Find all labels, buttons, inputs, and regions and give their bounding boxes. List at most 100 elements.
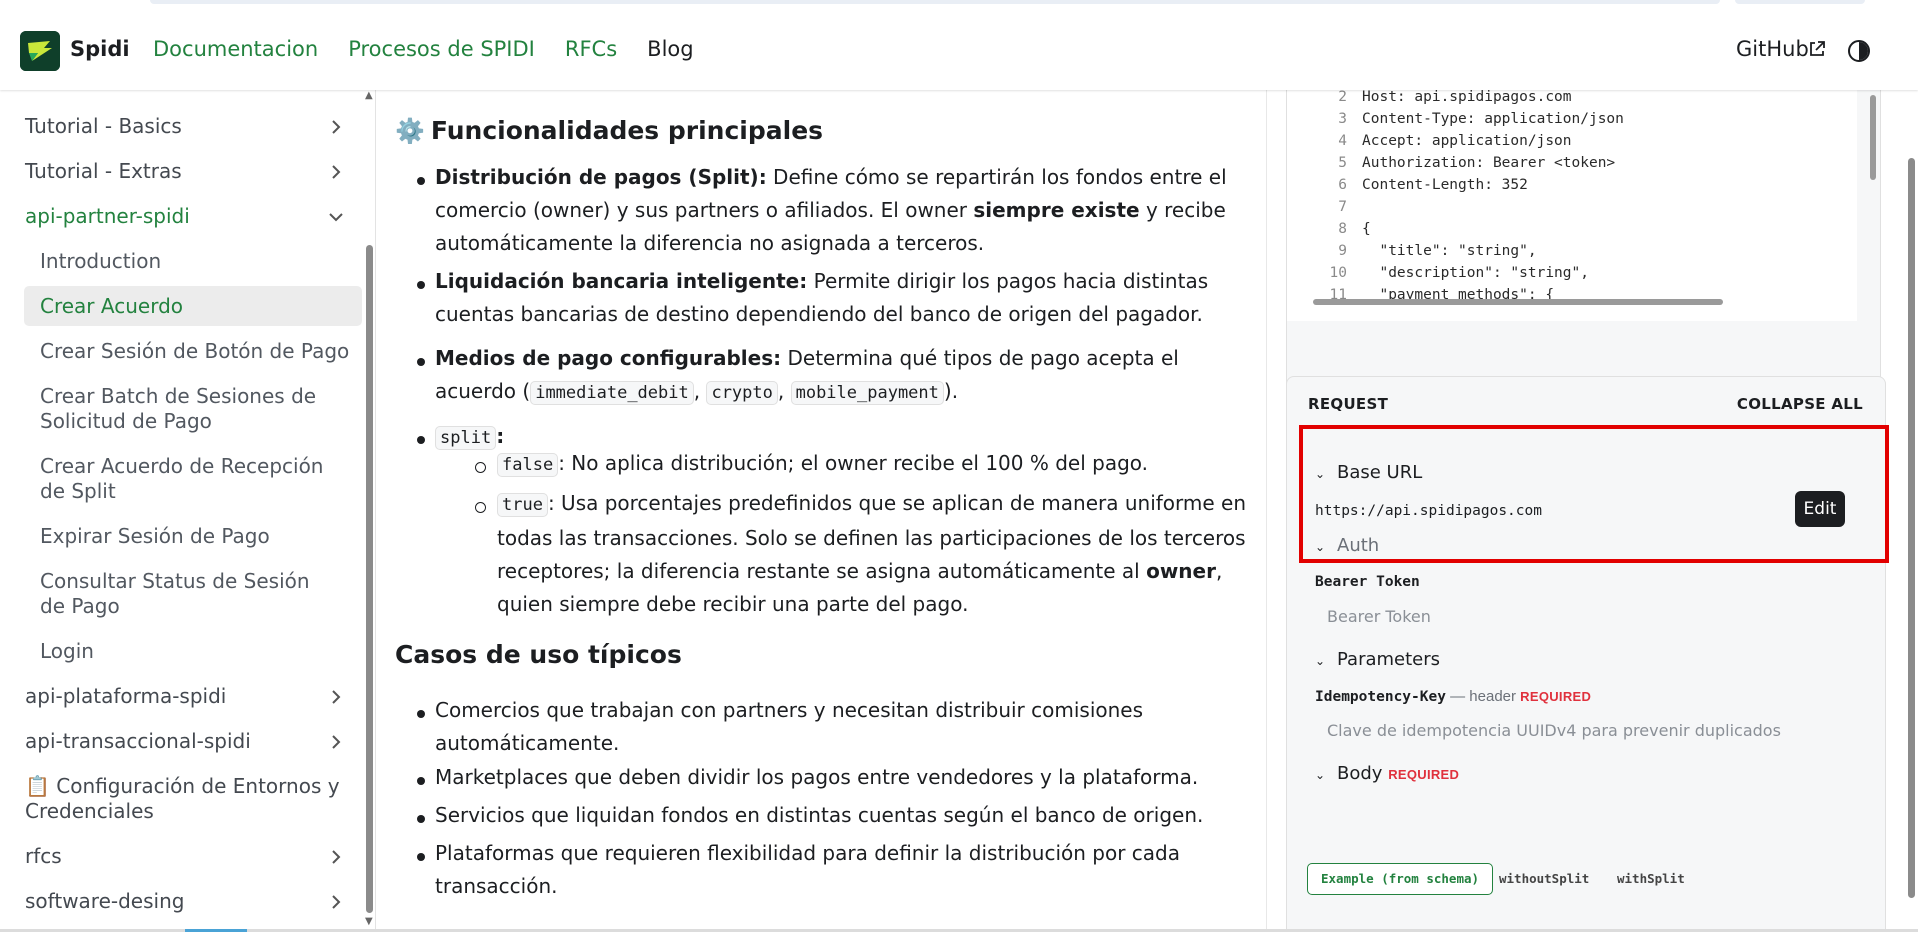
nav-link-documentacion[interactable]: Documentacion (153, 37, 318, 61)
chevron-right-icon[interactable] (327, 688, 345, 706)
collapse-all-button[interactable]: COLLAPSE ALL (1737, 395, 1863, 413)
request-code-sample: 2 Host: api.spidipagos.com 3 Content-Type:… (1286, 90, 1881, 409)
bullet-liquidacion: Liquidación bancaria inteligente: Permit… (435, 269, 1209, 326)
bullet-dot (417, 853, 425, 861)
spidi-logo[interactable] (20, 31, 60, 71)
chevron-right-icon[interactable] (327, 163, 345, 181)
sidebar-item-rfcs[interactable]: rfcs (25, 844, 62, 869)
sidebar-item-api-partner-spidi[interactable]: api-partner-spidi (25, 204, 190, 229)
chevron-right-icon[interactable] (327, 118, 345, 136)
sidebar-subitem-crear-batch[interactable]: Crear Batch de Sesiones de Solicitud de … (40, 384, 340, 434)
page-scrollbar-thumb[interactable] (1908, 158, 1915, 898)
bullet-dot (417, 177, 425, 185)
code-mobile-payment: mobile_payment (790, 381, 944, 405)
chevron-right-icon[interactable] (327, 733, 345, 751)
external-link-icon (1810, 41, 1825, 56)
subbullet-true: true: Usa porcentajes predefinidos que s… (497, 491, 1247, 616)
bearer-token-input[interactable]: Bearer Token (1327, 607, 1431, 626)
required-badge: REQUIRED (1520, 689, 1592, 704)
code-line: 9 "title": "string", (1338, 243, 1537, 259)
sidebar-subitem-consultar-status[interactable]: Consultar Status de Sesión de Pago (40, 569, 340, 619)
use-case-item: Marketplaces que deben dividir los pagos… (435, 765, 1199, 789)
sidebar-item-tutorial-basics[interactable]: Tutorial - Basics (25, 114, 182, 139)
code-immediate-debit: immediate_debit (530, 381, 694, 405)
use-case-item: Plataformas que requieren flexibilidad p… (435, 841, 1180, 898)
sidebar-subitem-expirar-sesion[interactable]: Expirar Sesión de Pago (40, 524, 270, 549)
code-line: 7 (1338, 199, 1347, 215)
api-panel: 2 Host: api.spidipagos.com 3 Content-Type:… (1266, 90, 1918, 932)
code-viewport[interactable]: 2 Host: api.spidipagos.com 3 Content-Type:… (1287, 90, 1857, 321)
bullet-distribucion: Distribución de pagos (Split): Define có… (435, 165, 1227, 255)
code-vertical-scrollbar[interactable] (1870, 95, 1876, 180)
tab-without-split[interactable]: withoutSplit (1499, 863, 1589, 895)
bullet-dot (417, 281, 425, 289)
code-line: 6 Content-Length: 352 (1338, 177, 1528, 193)
bullet-dot (417, 777, 425, 785)
code-crypto: crypto (706, 381, 778, 405)
code-false: false (497, 453, 559, 477)
parameters-section[interactable]: ⌄ Parameters (1315, 649, 1440, 670)
request-card: REQUEST COLLAPSE ALL ⌄ Base URL https://a… (1286, 376, 1889, 932)
nav-link-procesos[interactable]: Procesos de SPIDI (348, 37, 535, 61)
sidebar-scrollbar-thumb[interactable] (366, 245, 373, 913)
theme-toggle-icon[interactable] (1848, 40, 1870, 62)
required-badge: REQUIRED (1388, 767, 1460, 782)
bullet-dot (417, 710, 425, 718)
chevron-right-icon[interactable] (327, 848, 345, 866)
heading-casos-uso: Casos de uso típicos (395, 640, 682, 669)
code-split: split (435, 426, 497, 450)
sidebar-subitem-login[interactable]: Login (40, 639, 94, 664)
sidebar-subitem-introduction[interactable]: Introduction (40, 249, 161, 274)
idempotency-key-input[interactable]: Clave de idempotencia UUIDv4 para preven… (1327, 721, 1781, 740)
chevron-down-icon[interactable] (327, 208, 345, 226)
sidebar-item-api-plataforma-spidi[interactable]: api-plataforma-spidi (25, 684, 226, 709)
sidebar-subitem-crear-acuerdo[interactable]: Crear Acuerdo (40, 294, 183, 319)
use-case-item: Servicios que liquidan fondos en distint… (435, 803, 1204, 827)
bullet-dot (417, 815, 425, 823)
nav-link-rfcs[interactable]: RFCs (565, 37, 617, 61)
navbar: Spidi Documentacion Procesos de SPIDI RF… (0, 0, 1918, 90)
heading-funcionalidades: ⚙️ Funcionalidades principales (395, 116, 824, 145)
main-content: ⚙️ Funcionalidades principales Distribuci… (377, 90, 1265, 932)
code-line: 3 Content-Type: application/json (1338, 111, 1624, 127)
chevron-down-icon: ⌄ (1315, 768, 1326, 782)
bullet-dot (417, 358, 425, 366)
scroll-down-arrow-icon[interactable]: ▼ (365, 916, 373, 927)
highlight-box (1299, 425, 1889, 563)
sidebar-item-tutorial-extras[interactable]: Tutorial - Extras (25, 159, 182, 184)
browser-button-edge (1735, 0, 1865, 4)
param-idempotency-key: Idempotency-Key — header REQUIRED (1315, 688, 1592, 705)
code-line: 4 Accept: application/json (1338, 133, 1572, 149)
sidebar-item-api-transaccional-spidi[interactable]: api-transaccional-spidi (25, 729, 251, 754)
browser-search-bar-edge (150, 0, 1720, 4)
nav-links: Documentacion Procesos de SPIDI RFCs Blo… (153, 37, 724, 61)
request-title: REQUEST (1308, 395, 1389, 413)
sidebar-item-software-desing[interactable]: software-desing (25, 889, 184, 914)
code-true: true (497, 493, 548, 517)
tab-example-from-schema[interactable]: Example (from schema) (1307, 863, 1494, 895)
bullet-medios-pago: Medios de pago configurables: Determina … (435, 346, 1179, 405)
bullet-circle (475, 502, 486, 513)
bearer-token-label: Bearer Token (1315, 574, 1420, 590)
code-line: 10 "description": "string", (1329, 265, 1589, 281)
body-section[interactable]: ⌄ Body REQUIRED (1315, 763, 1459, 784)
brand-name[interactable]: Spidi (70, 37, 130, 61)
scroll-up-arrow-icon[interactable]: ▲ (365, 90, 373, 101)
subbullet-false: false: No aplica distribución; el owner … (497, 447, 1265, 482)
code-line: 8{ (1338, 221, 1371, 237)
github-link[interactable]: GitHub (1736, 37, 1809, 61)
bullet-circle (475, 462, 486, 473)
sidebar-subitem-crear-sesion-boton[interactable]: Crear Sesión de Botón de Pago (40, 339, 349, 364)
use-case-item: Comercios que trabajan con partners y ne… (435, 698, 1144, 755)
tab-with-split[interactable]: withSplit (1617, 863, 1685, 895)
sidebar-subitem-crear-acuerdo-recepcion[interactable]: Crear Acuerdo de Recepción de Split (40, 454, 350, 504)
sidebar: · · · · · · · · ▲ Tutorial - Basics Tuto… (0, 90, 376, 932)
chevron-right-icon[interactable] (327, 893, 345, 911)
code-line: 2 Host: api.spidipagos.com (1338, 90, 1572, 105)
bullet-dot (417, 436, 425, 444)
code-horizontal-scrollbar[interactable] (1313, 299, 1723, 305)
chevron-down-icon: ⌄ (1315, 654, 1326, 668)
code-line: 5 Authorization: Bearer <token> (1338, 155, 1616, 171)
nav-link-blog[interactable]: Blog (647, 37, 693, 61)
sidebar-item-configuracion-entornos[interactable]: 📋 Configuración de Entornos y Credencial… (25, 774, 345, 824)
